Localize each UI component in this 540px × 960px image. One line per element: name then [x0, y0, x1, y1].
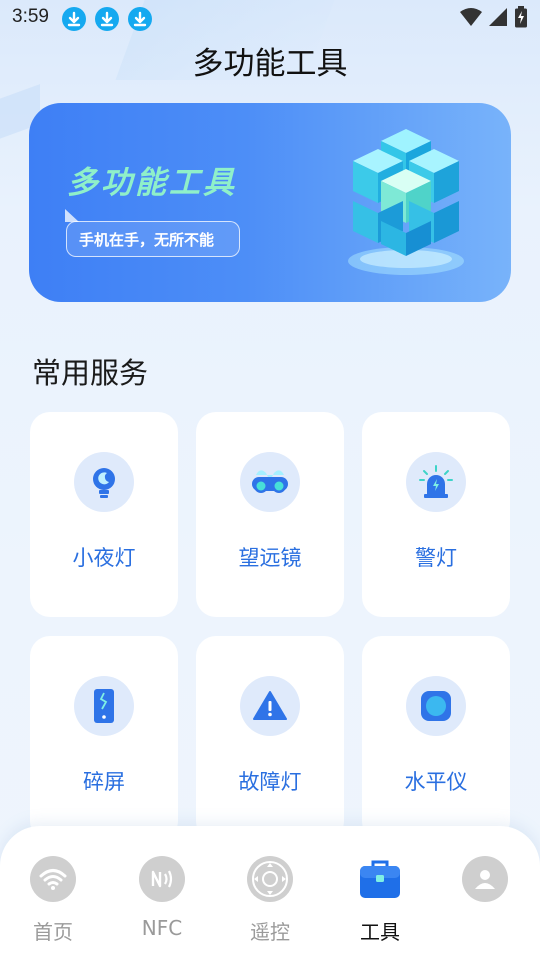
alarm-light-icon [406, 452, 466, 512]
tool-label: 水平仪 [404, 770, 468, 794]
tool-alarm-light[interactable]: 警灯 [362, 412, 510, 617]
binoculars-icon [240, 452, 300, 512]
promo-banner[interactable]: 多功能工具 手机在手，无所不能 [29, 103, 511, 302]
banner-title: 多功能工具 [67, 165, 237, 201]
section-title: 常用服务 [32, 356, 149, 390]
nav-item-remote[interactable]: 遥控 [220, 846, 320, 956]
cube-stack-icon [341, 121, 471, 281]
banner-slogan: 手机在手，无所不能 [79, 231, 215, 249]
tool-label: 警灯 [415, 546, 457, 570]
nfc-icon [139, 856, 185, 902]
download-icon [128, 7, 152, 31]
wifi-icon [30, 856, 76, 902]
page-title: 多功能工具 [192, 46, 348, 82]
profile-icon [462, 856, 508, 902]
toolbox-icon [357, 856, 403, 902]
night-light-icon [74, 452, 134, 512]
nav-item-nfc[interactable]: NFC [112, 846, 212, 956]
nav-label: 工具 [360, 920, 400, 944]
battery-icon [514, 6, 528, 32]
warning-triangle-icon [240, 676, 300, 736]
tool-label: 故障灯 [238, 770, 302, 794]
download-icon [62, 7, 86, 31]
tool-broken-screen[interactable]: 碎屏 [30, 636, 178, 841]
nav-item-tools[interactable]: 工具 [330, 846, 430, 956]
remote-dpad-icon [247, 856, 293, 902]
bottom-nav: 首页 NFC 遥控 工具 [0, 826, 540, 960]
status-time: 3:59 [12, 6, 49, 27]
download-icon [95, 7, 119, 31]
tool-label: 望远镜 [238, 546, 302, 570]
tool-warning-light[interactable]: 故障灯 [196, 636, 344, 841]
signal-icon [488, 7, 508, 31]
level-icon [406, 676, 466, 736]
broken-screen-icon [74, 676, 134, 736]
wifi-icon [460, 7, 482, 31]
tool-label: 小夜灯 [72, 546, 136, 570]
status-bar: 3:59 [0, 0, 540, 36]
tool-binoculars[interactable]: 望远镜 [196, 412, 344, 617]
nav-label: NFC [141, 916, 183, 940]
nav-item-home[interactable]: 首页 [3, 846, 103, 956]
tool-level[interactable]: 水平仪 [362, 636, 510, 841]
nav-label: 首页 [33, 920, 73, 944]
nav-label: 遥控 [250, 920, 290, 944]
nav-item-profile[interactable] [435, 846, 535, 956]
tool-night-light[interactable]: 小夜灯 [30, 412, 178, 617]
tool-label: 碎屏 [83, 770, 125, 794]
